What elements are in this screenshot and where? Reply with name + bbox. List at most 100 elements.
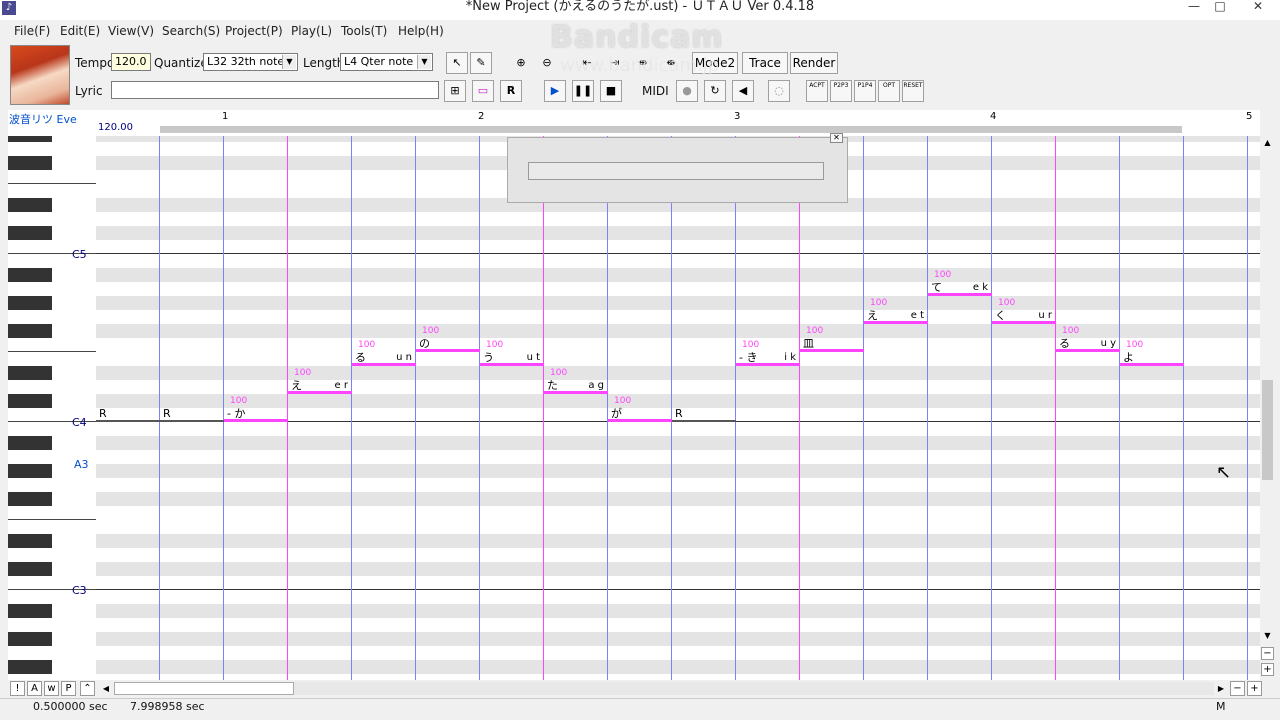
white-key[interactable] — [8, 352, 96, 366]
black-key[interactable] — [8, 366, 52, 380]
black-key[interactable] — [8, 534, 52, 548]
reset-button[interactable]: RESET — [902, 80, 924, 102]
close-icon[interactable]: ✕ — [830, 133, 843, 143]
white-key[interactable] — [8, 618, 96, 632]
zoom-out-icon[interactable]: ⊖ — [536, 52, 558, 74]
insert-rest-icon[interactable]: R — [500, 80, 522, 102]
rest-note[interactable]: R — [96, 408, 160, 422]
black-key[interactable] — [8, 296, 52, 310]
note[interactable]: くu r 100 — [992, 299, 1056, 324]
menu-file[interactable]: File(F) — [14, 24, 50, 38]
white-key[interactable] — [8, 142, 96, 156]
view-toggle-2[interactable]: A — [27, 681, 42, 696]
horizontal-scrollbar-area[interactable] — [294, 682, 1214, 695]
scroll-left-icon[interactable]: ◀ — [100, 682, 112, 695]
zoom-v-in-icon[interactable]: + — [1261, 663, 1274, 676]
note[interactable]: 皿 100 — [800, 327, 864, 352]
black-key[interactable] — [8, 604, 52, 618]
insert-pitch-icon[interactable]: ▭ — [472, 80, 494, 102]
white-key[interactable] — [8, 478, 96, 492]
note[interactable]: よ 100 — [1120, 341, 1184, 366]
black-key[interactable] — [8, 394, 52, 408]
scroll-down-icon[interactable]: ▼ — [1261, 631, 1274, 644]
menu-view[interactable]: View(V) — [108, 24, 154, 38]
zoom-h-in-icon[interactable]: + — [1247, 681, 1262, 696]
singer-avatar[interactable] — [10, 45, 70, 105]
minimize-button[interactable]: — — [1186, 0, 1202, 18]
white-key[interactable] — [8, 282, 96, 296]
white-key[interactable] — [8, 506, 96, 520]
rest-note[interactable]: R — [160, 408, 224, 422]
p1p4-button[interactable]: P1P4 — [854, 80, 876, 102]
black-key[interactable] — [8, 198, 52, 212]
white-key[interactable] — [8, 646, 96, 660]
black-key[interactable] — [8, 226, 52, 240]
loop-icon[interactable]: ↻ — [704, 80, 726, 102]
note[interactable]: たa g 100 — [544, 369, 608, 394]
white-key[interactable] — [8, 380, 96, 394]
chevron-down-icon[interactable]: ▼ — [282, 55, 296, 69]
view-toggle-3[interactable]: w — [44, 681, 59, 696]
singer-name[interactable]: 波音リツ Eve — [8, 110, 96, 136]
tempo-input[interactable]: 120.0 — [111, 53, 151, 71]
render-button[interactable]: Render — [790, 52, 838, 74]
stop-icon[interactable]: ■ — [600, 80, 622, 102]
zoom-v-out-icon[interactable]: − — [1261, 647, 1274, 660]
menu-search[interactable]: Search(S) — [162, 24, 220, 38]
acpt-button[interactable]: ACPT — [806, 80, 828, 102]
black-key[interactable] — [8, 562, 52, 576]
white-key[interactable] — [8, 520, 96, 534]
note[interactable]: えe r 100 — [288, 369, 352, 394]
scroll-up-icon[interactable]: ▲ — [1261, 138, 1274, 151]
scroll-thumb[interactable] — [1262, 380, 1273, 480]
lyric-input[interactable] — [111, 81, 439, 99]
note[interactable]: るu n 100 — [352, 341, 416, 366]
view-toggle-5[interactable]: ⌃ — [80, 681, 95, 696]
pencil-tool-icon[interactable]: ✎ — [470, 52, 492, 74]
white-key[interactable] — [8, 184, 96, 198]
black-key[interactable] — [8, 268, 52, 282]
note[interactable]: えe t 100 — [864, 299, 928, 324]
pointer-tool-icon[interactable]: ↖ — [446, 52, 468, 74]
p2p3-button[interactable]: P2P3 — [830, 80, 852, 102]
piano-roll-grid[interactable]: R R - か 100 え e r 100 る u n 100 の 100 う u t 100 た a g 100… — [96, 136, 1260, 680]
note[interactable]: が 100 — [608, 397, 672, 422]
black-key[interactable] — [8, 492, 52, 506]
menu-project[interactable]: Project(P) — [225, 24, 283, 38]
menu-play[interactable]: Play(L) — [291, 24, 332, 38]
menu-help[interactable]: Help(H) — [398, 24, 444, 38]
note[interactable]: うu t 100 — [480, 341, 544, 366]
maximize-button[interactable]: □ — [1212, 0, 1228, 18]
black-key[interactable] — [8, 632, 52, 646]
white-key[interactable] — [8, 170, 96, 184]
view-toggle-1[interactable]: ! — [10, 681, 25, 696]
rest-note[interactable]: R — [672, 408, 736, 422]
white-key[interactable] — [8, 338, 96, 352]
chevron-down-icon[interactable]: ▼ — [417, 55, 431, 69]
black-key[interactable] — [8, 464, 52, 478]
piano-keyboard[interactable] — [8, 136, 96, 680]
view-toggle-4[interactable]: P — [61, 681, 76, 696]
black-key[interactable] — [8, 156, 52, 170]
black-key[interactable] — [8, 324, 52, 338]
black-key[interactable] — [8, 436, 52, 450]
tempo-track[interactable] — [160, 126, 1182, 133]
play-icon[interactable]: ▶ — [544, 80, 566, 102]
record-icon[interactable]: ● — [676, 80, 698, 102]
menu-edit[interactable]: Edit(E) — [60, 24, 100, 38]
close-button[interactable]: ✕ — [1238, 0, 1278, 18]
note[interactable]: てe k 100 — [928, 271, 992, 296]
zoom-in-icon[interactable]: ⊕ — [510, 52, 532, 74]
note[interactable]: - きi k 100 — [736, 341, 800, 366]
black-key[interactable] — [8, 660, 52, 674]
note[interactable]: - か 100 — [224, 397, 288, 422]
pause-icon[interactable]: ❚❚ — [572, 80, 594, 102]
zoom-h-out-icon[interactable]: − — [1230, 681, 1245, 696]
white-key[interactable] — [8, 548, 96, 562]
quantize-select[interactable]: L32 32th note ▼ — [203, 53, 298, 71]
horizontal-scrollbar-track[interactable] — [114, 682, 294, 695]
menu-tools[interactable]: Tools(T) — [341, 24, 387, 38]
white-key[interactable] — [8, 212, 96, 226]
note[interactable]: るu y 100 — [1056, 327, 1120, 352]
metronome-icon[interactable]: ◌ — [768, 80, 790, 102]
